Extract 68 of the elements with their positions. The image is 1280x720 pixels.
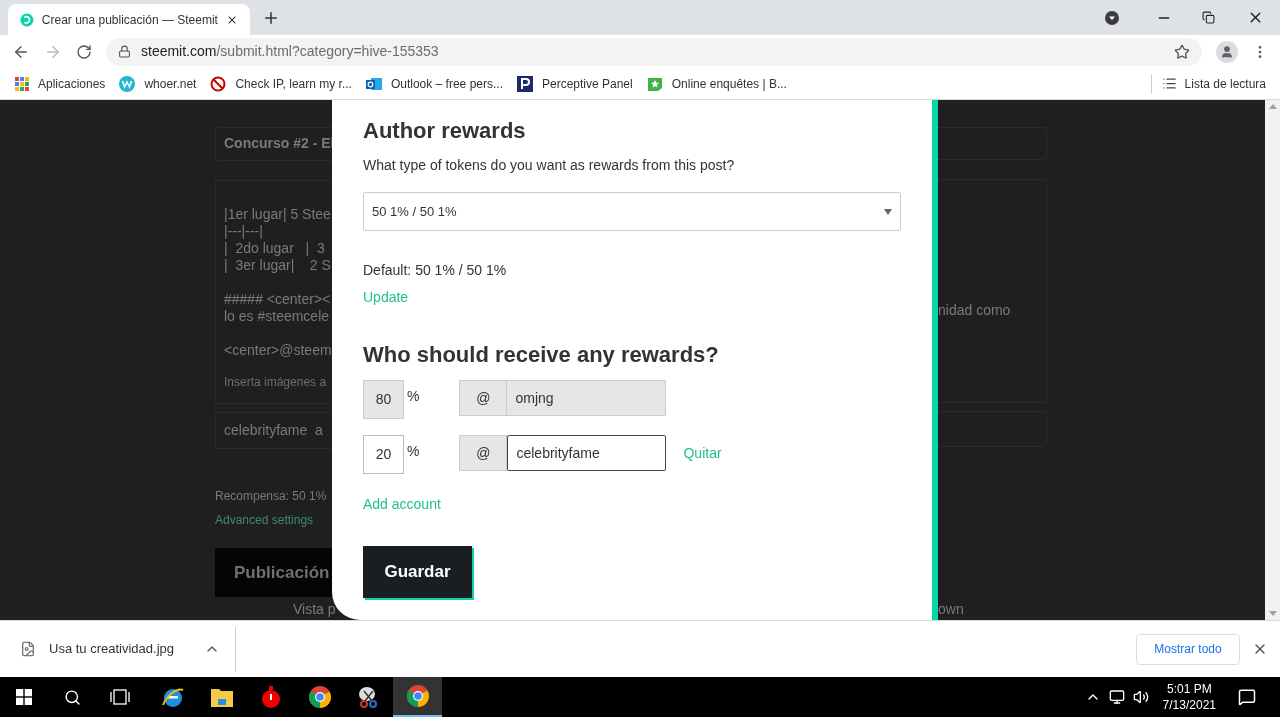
taskbar-app-button[interactable] bbox=[393, 677, 442, 717]
bookmark-link[interactable]: Outlook – free pers... bbox=[390, 74, 503, 93]
publish-button[interactable]: Publicación bbox=[215, 547, 332, 597]
bookmark-link[interactable]: Perceptive Panel bbox=[542, 74, 633, 93]
percent-field[interactable]: 20 bbox=[363, 435, 404, 474]
show-all-button[interactable]: Mostrar todo bbox=[1136, 633, 1240, 665]
url-host: steemit.com bbox=[141, 42, 217, 61]
star-badge-icon bbox=[646, 75, 663, 92]
address-bar[interactable]: steemit.com/submit.html?category=hive-155353 bbox=[106, 37, 1202, 66]
editor-line: ##### <center>< bbox=[224, 290, 332, 308]
mail-app-icon bbox=[365, 75, 382, 92]
bookmark-star-icon[interactable] bbox=[1174, 43, 1190, 60]
question-text: What type of tokens do you want as rewards from this post? bbox=[363, 156, 736, 175]
tab-title: Crear una publicación — Steemit bbox=[41, 11, 218, 29]
network-icon[interactable] bbox=[1108, 689, 1125, 705]
reload-icon[interactable] bbox=[76, 43, 92, 60]
at-sign-label: @ bbox=[459, 380, 508, 416]
editor-line: |1er lugar| 5 Stee bbox=[224, 205, 332, 223]
upload-hint: Inserta imágenes a bbox=[224, 373, 328, 391]
reward-info: Recompensa: 50 1% bbox=[215, 487, 328, 505]
steemit-logo-icon bbox=[20, 11, 34, 28]
lock-icon bbox=[118, 45, 131, 58]
percent-sign: % bbox=[407, 442, 420, 461]
clock[interactable]: 5:01 PM 7/13/2021 bbox=[1162, 681, 1216, 713]
default-text: Default: 50 1% / 50 1% bbox=[363, 261, 508, 280]
editor-line: | 2do lugar | 3 bbox=[224, 239, 326, 257]
bookmark-link[interactable]: Aplicaciones bbox=[38, 74, 106, 93]
bookmark-link[interactable]: whoer.net bbox=[144, 74, 197, 93]
prohibited-icon bbox=[210, 75, 227, 92]
section-heading: Author rewards bbox=[363, 117, 527, 145]
volume-icon[interactable] bbox=[1132, 689, 1149, 705]
section-heading: Who should receive any rewards? bbox=[363, 341, 720, 369]
w-logo-icon bbox=[119, 75, 136, 92]
stopwatch-icon bbox=[259, 685, 282, 709]
at-sign-label: @ bbox=[459, 435, 508, 471]
save-button[interactable]: Guardar bbox=[363, 546, 472, 598]
advanced-settings-link[interactable]: Advanced settings bbox=[215, 510, 332, 529]
search-icon[interactable] bbox=[63, 688, 81, 706]
account-field[interactable]: celebrityfame bbox=[507, 435, 667, 471]
editor-line: |---|---| bbox=[224, 222, 264, 240]
editor-line: nidad como bbox=[938, 302, 1011, 319]
chrome-icon bbox=[307, 685, 332, 709]
apps-grid-icon bbox=[15, 76, 29, 91]
profile-avatar[interactable] bbox=[1216, 40, 1238, 63]
url-path: /submit.html?category=hive-155353 bbox=[216, 42, 439, 61]
notifications-icon[interactable] bbox=[1238, 688, 1256, 706]
percent-sign: % bbox=[407, 387, 420, 406]
dropdown-circle-icon[interactable] bbox=[1104, 9, 1120, 26]
new-tab-icon[interactable] bbox=[262, 9, 280, 27]
download-file-name[interactable]: Usa tu creatividad.jpg bbox=[49, 639, 174, 659]
editor-line: lo es #steemcele bbox=[224, 307, 331, 325]
task-view-icon[interactable] bbox=[110, 689, 130, 705]
editor-line: | 3er lugar| 2 S bbox=[224, 256, 332, 274]
bookmark-link[interactable]: Check IP, learn my r... bbox=[235, 74, 352, 93]
reading-list-link[interactable]: Lista de lectura bbox=[1184, 74, 1266, 93]
browser-tab[interactable]: Crear una publicación — Steemit bbox=[8, 4, 250, 35]
windows-logo-icon[interactable] bbox=[16, 689, 32, 705]
editor-line: <center>@steem bbox=[224, 341, 332, 359]
reward-type-select[interactable]: 50 1% / 50 1% bbox=[363, 192, 901, 231]
restore-icon[interactable] bbox=[1202, 11, 1215, 24]
chrome-icon bbox=[405, 684, 430, 708]
folder-icon bbox=[209, 686, 234, 708]
p-logo-icon bbox=[517, 75, 533, 92]
bookmark-link[interactable]: Online enquêtes | B... bbox=[671, 74, 787, 93]
reading-list-icon[interactable] bbox=[1161, 76, 1177, 91]
caret-icon bbox=[884, 208, 892, 215]
image-file-icon bbox=[20, 641, 36, 657]
preview-label: own bbox=[938, 600, 965, 619]
